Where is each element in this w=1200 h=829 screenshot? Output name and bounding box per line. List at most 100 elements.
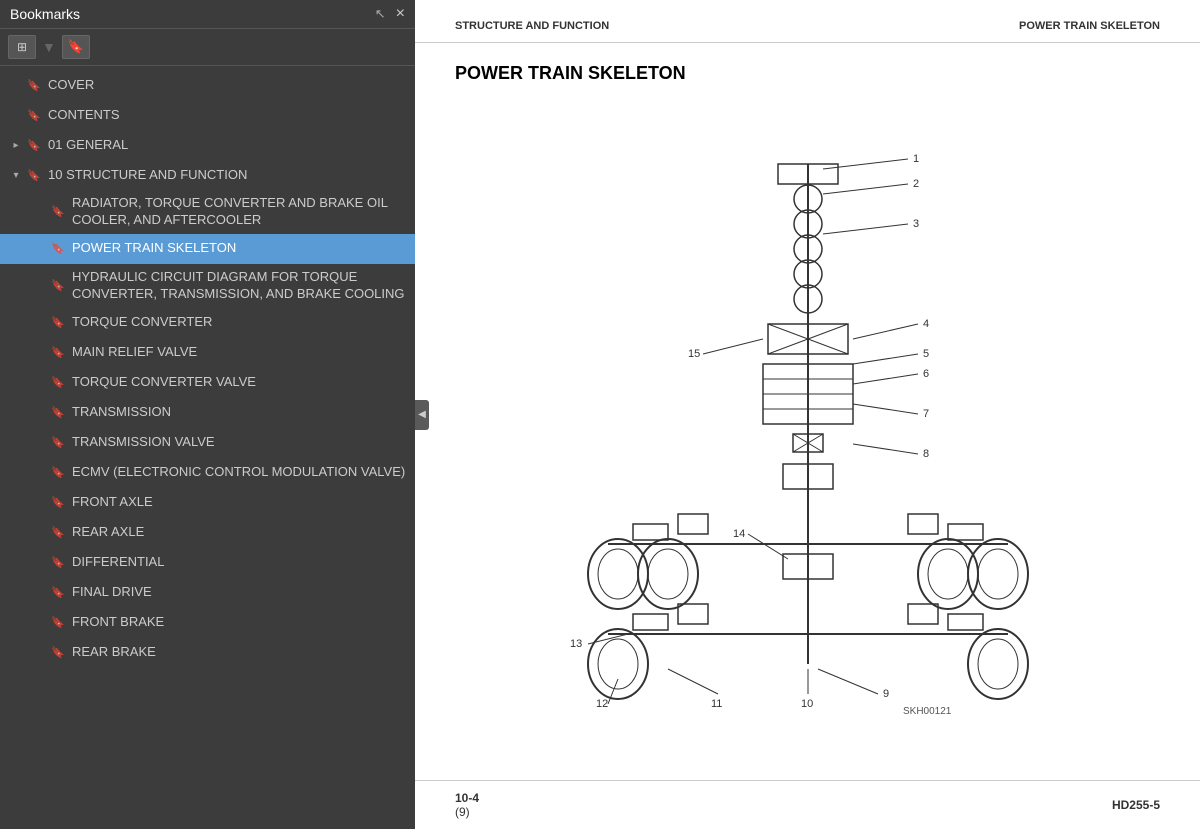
doc-content: POWER TRAIN SKELETON (415, 43, 1200, 780)
bookmark-item-torque-converter[interactable]: 🔖TORQUE CONVERTER (0, 308, 415, 338)
bookmark-item-power-train[interactable]: 🔖 POWER TRAIN SKELETON (0, 234, 415, 264)
bookmark-button[interactable]: 🔖 (62, 35, 90, 59)
expand-arrow-structure: ▾ (8, 166, 24, 184)
bookmark-label-transmission: TRANSMISSION (72, 404, 171, 421)
bookmark-label-main-relief: MAIN RELIEF VALVE (72, 344, 197, 361)
expand-arrow-hydraulic (32, 277, 48, 295)
svg-text:3: 3 (913, 218, 919, 230)
doc-chapter-label: POWER TRAIN SKELETON (1019, 20, 1160, 32)
bookmark-icon-rear-axle: 🔖 (50, 524, 66, 542)
bookmark-item-front-brake[interactable]: 🔖FRONT BRAKE (0, 608, 415, 638)
bookmark-icon-transmission-valve: 🔖 (50, 434, 66, 452)
expand-arrow-transmission-valve (32, 434, 48, 452)
bookmark-item-structure[interactable]: ▾🔖 10 STRUCTURE AND FUNCTION (0, 160, 415, 190)
toolbar-divider: ▼ (42, 39, 56, 55)
bookmark-item-cover[interactable]: 🔖 COVER (0, 70, 415, 100)
footer-page-info: 10-4 (9) (455, 791, 479, 819)
bookmark-label-final-drive: FINAL DRIVE (72, 584, 152, 601)
svg-text:13: 13 (570, 638, 582, 650)
bookmark-item-general[interactable]: ▸🔖 01 GENERAL (0, 130, 415, 160)
bookmark-item-differential[interactable]: 🔖 DIFFERENTIAL (0, 548, 415, 578)
bookmark-label-structure: 10 STRUCTURE AND FUNCTION (48, 167, 247, 184)
svg-text:12: 12 (596, 698, 608, 710)
bookmark-label-front-axle: FRONT AXLE (72, 494, 153, 511)
power-train-diagram: 1 2 3 4 5 6 7 8 (548, 104, 1068, 724)
bookmark-item-transmission[interactable]: 🔖 TRANSMISSION (0, 398, 415, 428)
svg-text:7: 7 (923, 408, 929, 420)
bookmark-icon-transmission: 🔖 (50, 404, 66, 422)
bookmark-label-radiator: RADIATOR, TORQUE CONVERTER AND BRAKE OIL… (72, 195, 407, 229)
doc-header: STRUCTURE AND FUNCTION POWER TRAIN SKELE… (415, 0, 1200, 43)
svg-text:2: 2 (913, 178, 919, 190)
bookmark-icon-ecmv: 🔖 (50, 464, 66, 482)
doc-footer: 10-4 (9) HD255-5 (415, 780, 1200, 829)
bookmark-label-rear-brake: REAR BRAKE (72, 644, 156, 661)
expand-arrow-general: ▸ (8, 136, 24, 154)
collapse-panel-button[interactable]: ◀ (415, 400, 429, 430)
bookmark-item-rear-axle[interactable]: 🔖 REAR AXLE (0, 518, 415, 548)
bookmark-label-general: 01 GENERAL (48, 137, 128, 154)
svg-text:9: 9 (883, 688, 889, 700)
bookmark-icon-general: 🔖 (26, 136, 42, 154)
bookmark-item-main-relief[interactable]: 🔖 MAIN RELIEF VALVE (0, 338, 415, 368)
bookmark-icon-power-train: 🔖 (50, 240, 66, 258)
expand-arrow-rear-axle (32, 524, 48, 542)
grid-icon: ⊞ (17, 40, 27, 54)
bookmark-item-rear-brake[interactable]: 🔖 REAR BRAKE (0, 638, 415, 668)
bookmarks-list: 🔖COVER🔖CONTENTS▸🔖01 GENERAL▾🔖10 STRUCTUR… (0, 66, 415, 829)
bookmark-label-rear-axle: REAR AXLE (72, 524, 144, 541)
bookmark-icon-cover: 🔖 (26, 76, 42, 94)
bookmark-icon-structure: 🔖 (26, 166, 42, 184)
bookmarks-title: Bookmarks (10, 6, 80, 22)
bookmark-icon-contents: 🔖 (26, 106, 42, 124)
diagram-container: 1 2 3 4 5 6 7 8 (455, 104, 1160, 724)
footer-page-sub: (9) (455, 805, 470, 819)
bookmark-icon-front-axle: 🔖 (50, 494, 66, 512)
bookmark-item-hydraulic[interactable]: 🔖HYDRAULIC CIRCUIT DIAGRAM FOR TORQUE CO… (0, 264, 415, 308)
expand-arrow-cover (8, 76, 24, 94)
svg-text:6: 6 (923, 368, 929, 380)
bookmark-icon-differential: 🔖 (50, 554, 66, 572)
expand-arrow-final-drive (32, 584, 48, 602)
close-button[interactable]: × (396, 6, 405, 22)
bookmark-icon-rear-brake: 🔖 (50, 644, 66, 662)
footer-model-number: HD255-5 (1112, 798, 1160, 812)
bookmark-item-contents[interactable]: 🔖 CONTENTS (0, 100, 415, 130)
bookmark-icon-torque-converter-valve: 🔖 (50, 374, 66, 392)
bookmark-label-ecmv: ECMV (ELECTRONIC CONTROL MODULATION VALV… (72, 464, 405, 481)
bookmark-icon-final-drive: 🔖 (50, 584, 66, 602)
bookmark-item-radiator[interactable]: 🔖 RADIATOR, TORQUE CONVERTER AND BRAKE OI… (0, 190, 415, 234)
bookmark-label-hydraulic: HYDRAULIC CIRCUIT DIAGRAM FOR TORQUE CON… (72, 269, 407, 303)
bookmark-label-torque-converter-valve: TORQUE CONVERTER VALVE (72, 374, 256, 391)
expand-arrow-ecmv (32, 464, 48, 482)
bookmark-item-final-drive[interactable]: 🔖 FINAL DRIVE (0, 578, 415, 608)
bookmark-item-ecmv[interactable]: 🔖 ECMV (ELECTRONIC CONTROL MODULATION VAL… (0, 458, 415, 488)
bookmark-label-differential: DIFFERENTIAL (72, 554, 164, 571)
bookmark-item-transmission-valve[interactable]: 🔖TRANSMISSION VALVE (0, 428, 415, 458)
expand-arrow-front-axle (32, 494, 48, 512)
bookmark-icon: 🔖 (68, 39, 84, 55)
expand-arrow-main-relief (32, 344, 48, 362)
cursor-icon: ↖ (375, 6, 386, 22)
doc-title: POWER TRAIN SKELETON (455, 63, 1160, 84)
bookmark-item-front-axle[interactable]: 🔖 FRONT AXLE (0, 488, 415, 518)
bookmark-label-power-train: POWER TRAIN SKELETON (72, 240, 236, 257)
bookmark-icon-main-relief: 🔖 (50, 344, 66, 362)
svg-text:15: 15 (688, 348, 700, 360)
grid-view-button[interactable]: ⊞ (8, 35, 36, 59)
bookmarks-panel: Bookmarks ↖ × ⊞ ▼ 🔖 🔖COVER🔖CONTENTS▸🔖01 … (0, 0, 415, 829)
svg-text:10: 10 (801, 698, 813, 710)
expand-arrow-rear-brake (32, 644, 48, 662)
bookmark-label-cover: COVER (48, 77, 94, 94)
bookmark-label-contents: CONTENTS (48, 107, 120, 124)
svg-text:4: 4 (923, 318, 929, 330)
svg-text:8: 8 (923, 448, 929, 460)
bookmark-icon-front-brake: 🔖 (50, 614, 66, 632)
expand-arrow-differential (32, 554, 48, 572)
bookmark-icon-radiator: 🔖 (50, 203, 66, 221)
svg-text:1: 1 (913, 153, 919, 165)
bookmark-item-torque-converter-valve[interactable]: 🔖 TORQUE CONVERTER VALVE (0, 368, 415, 398)
expand-arrow-torque-converter (32, 314, 48, 332)
bookmark-label-torque-converter: TORQUE CONVERTER (72, 314, 212, 331)
document-panel: STRUCTURE AND FUNCTION POWER TRAIN SKELE… (415, 0, 1200, 829)
